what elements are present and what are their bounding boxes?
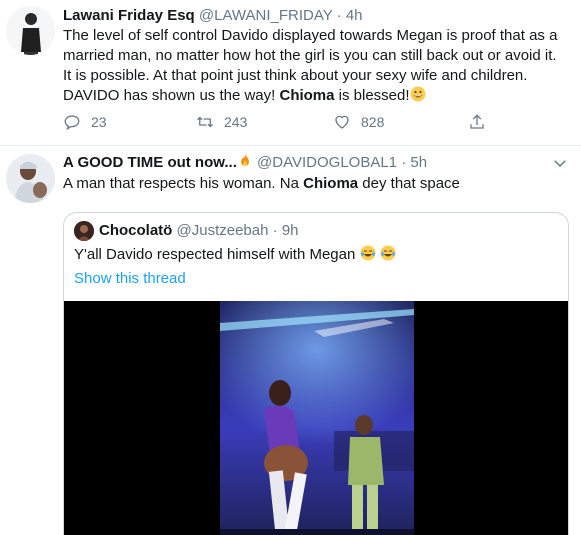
- grinning-emoji: [410, 86, 426, 102]
- like-button[interactable]: 828: [333, 113, 384, 131]
- tweet-text-line: The level of self control Davido display…: [63, 27, 558, 44]
- reply-button[interactable]: 23: [63, 113, 107, 131]
- text-segment: DAVIDO has shown us the way!: [63, 87, 280, 104]
- text-segment: is blessed!: [334, 87, 410, 104]
- handle[interactable]: @DAVIDOGLOBAL1: [257, 154, 397, 171]
- display-name[interactable]: Lawani Friday Esq: [63, 7, 195, 24]
- avatar[interactable]: [6, 154, 55, 203]
- display-name-text: A GOOD TIME out now...: [63, 154, 237, 171]
- text-bold: Chioma: [279, 87, 335, 104]
- tears-of-joy-emoji: [360, 245, 375, 261]
- text-bold: Chioma: [303, 175, 359, 192]
- separator: ·: [272, 222, 278, 239]
- tears-of-joy-emoji: [380, 245, 396, 261]
- timestamp[interactable]: 4h: [346, 7, 363, 24]
- chevron-down-icon[interactable]: [551, 154, 569, 172]
- text-segment: A man that respects his woman. Na: [63, 175, 304, 192]
- tweet[interactable]: Lawani Friday Esq @LAWANI_FRIDAY · 4h Th…: [0, 0, 581, 146]
- video-frame: [64, 301, 568, 535]
- retweet-count: 243: [224, 114, 248, 130]
- tweet-actions: 23 243 828: [63, 113, 493, 133]
- separator: ·: [401, 154, 407, 171]
- tweet-text: A man that respects his woman. Na Chioma…: [63, 174, 573, 194]
- tweet[interactable]: A GOOD TIME out now... @DAVIDOGLOBAL1 · …: [0, 146, 581, 535]
- quoted-handle: @Justzeebah: [176, 222, 269, 239]
- video-player[interactable]: [64, 301, 568, 535]
- quoted-display-name: Chocolatö: [99, 222, 173, 239]
- reply-count: 23: [91, 114, 107, 130]
- retweet-button[interactable]: 243: [196, 113, 247, 131]
- quoted-tweet-header: Chocolatö @Justzeebah · 9h: [74, 221, 299, 241]
- tweet-text-line: married man, no matter how hot the girl …: [63, 47, 557, 64]
- show-thread-link[interactable]: Show this thread: [74, 269, 186, 289]
- share-button[interactable]: [468, 113, 496, 131]
- text-segment: dey that space: [358, 175, 460, 192]
- quoted-tweet-text: Y'all Davido respected himself with Mega…: [74, 245, 396, 265]
- tweet-header: A GOOD TIME out now... @DAVIDOGLOBAL1 · …: [63, 153, 427, 173]
- heart-icon: [335, 115, 349, 129]
- share-icon: [470, 114, 484, 129]
- separator: ·: [336, 7, 342, 24]
- display-name[interactable]: A GOOD TIME out now...: [63, 154, 253, 171]
- handle[interactable]: @LAWANI_FRIDAY: [199, 7, 333, 24]
- like-count: 828: [361, 114, 385, 130]
- fire-emoji: [240, 154, 249, 166]
- retweet-icon: [197, 116, 213, 128]
- quoted-tweet[interactable]: Chocolatö @Justzeebah · 9h Y'all Davido …: [63, 212, 569, 535]
- tweet-text-line: It is possible. At that point just think…: [63, 67, 528, 84]
- tweet-header: Lawani Friday Esq @LAWANI_FRIDAY · 4h: [63, 6, 363, 26]
- timestamp[interactable]: 5h: [410, 154, 427, 171]
- quoted-timestamp: 9h: [281, 222, 299, 239]
- quoted-avatar: [74, 221, 94, 241]
- tweet-text-line: DAVIDO has shown us the way! Chioma is b…: [63, 86, 573, 106]
- reply-icon: [64, 115, 80, 131]
- tweet-text: The level of self control Davido display…: [63, 26, 573, 106]
- avatar[interactable]: [6, 6, 55, 55]
- text-segment: Y'all Davido respected himself with Mega…: [74, 246, 360, 263]
